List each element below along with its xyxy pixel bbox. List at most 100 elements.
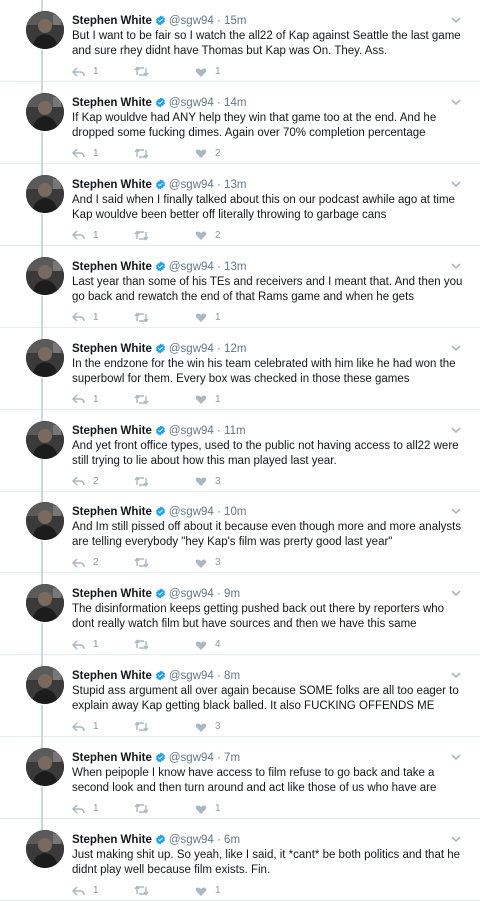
author-handle[interactable]: @sgw94 bbox=[169, 425, 214, 437]
tweet[interactable]: Stephen White @sgw94 · 15m But I want to … bbox=[0, 0, 480, 82]
author-name[interactable]: Stephen White bbox=[72, 834, 152, 846]
retweet-button[interactable] bbox=[134, 475, 157, 487]
like-button[interactable]: 1 bbox=[195, 66, 221, 78]
timestamp[interactable]: 14m bbox=[224, 97, 246, 109]
retweet-button[interactable] bbox=[134, 148, 157, 159]
retweet-button[interactable] bbox=[134, 639, 157, 650]
reply-button[interactable]: 1 bbox=[72, 721, 99, 733]
like-button[interactable]: 1 bbox=[195, 885, 221, 897]
like-button[interactable]: 1 bbox=[195, 803, 221, 815]
like-button[interactable]: 3 bbox=[195, 476, 221, 488]
author-name[interactable]: Stephen White bbox=[72, 506, 152, 518]
caret-down-icon[interactable] bbox=[450, 95, 462, 107]
avatar[interactable] bbox=[26, 174, 64, 213]
reply-button[interactable]: 1 bbox=[72, 885, 99, 897]
like-button[interactable]: 2 bbox=[195, 230, 221, 242]
like-button[interactable]: 3 bbox=[195, 557, 221, 569]
tweet[interactable]: Stephen White @sgw94 · 7m When peipople I… bbox=[0, 737, 480, 820]
avatar[interactable] bbox=[26, 666, 64, 705]
caret-down-icon[interactable] bbox=[450, 504, 462, 516]
caret-down-icon[interactable] bbox=[450, 177, 462, 189]
author-name[interactable]: Stephen White bbox=[72, 670, 152, 682]
avatar[interactable] bbox=[26, 830, 64, 868]
reply-button[interactable]: 2 bbox=[72, 557, 99, 569]
timestamp[interactable]: 11m bbox=[224, 425, 246, 437]
timestamp[interactable]: 13m bbox=[224, 261, 246, 273]
retweet-button[interactable] bbox=[134, 885, 157, 896]
timestamp[interactable]: 12m bbox=[224, 343, 246, 355]
avatar[interactable] bbox=[26, 92, 64, 131]
like-button[interactable]: 4 bbox=[195, 639, 221, 651]
author-handle[interactable]: @sgw94 bbox=[169, 97, 214, 109]
tweet[interactable]: Stephen White @sgw94 · 9m The disinformat… bbox=[0, 573, 480, 656]
tweet[interactable]: Stephen White @sgw94 · 11m And yet front … bbox=[0, 410, 480, 492]
caret-down-icon[interactable] bbox=[450, 341, 462, 353]
author-handle[interactable]: @sgw94 bbox=[169, 588, 214, 600]
tweet[interactable]: Stephen White @sgw94 · 6m Just making shi… bbox=[0, 819, 480, 901]
retweet-button[interactable] bbox=[134, 66, 157, 77]
author-handle[interactable]: @sgw94 bbox=[169, 15, 214, 27]
reply-button[interactable]: 1 bbox=[72, 639, 99, 651]
tweet[interactable]: Stephen White @sgw94 · 12m In the endzone… bbox=[0, 328, 480, 410]
avatar[interactable] bbox=[26, 338, 64, 377]
reply-button[interactable]: 1 bbox=[72, 803, 99, 815]
retweet-button[interactable] bbox=[134, 230, 157, 241]
reply-button[interactable]: 1 bbox=[72, 312, 99, 324]
caret-down-icon[interactable] bbox=[450, 423, 462, 435]
avatar[interactable] bbox=[26, 748, 64, 787]
author-handle[interactable]: @sgw94 bbox=[169, 261, 214, 273]
thread-connector-line bbox=[41, 295, 43, 339]
caret-down-icon[interactable] bbox=[450, 586, 462, 598]
tweet[interactable]: Stephen White @sgw94 · 14m If Kap wouldve… bbox=[0, 82, 480, 164]
timestamp[interactable]: 10m bbox=[224, 506, 246, 518]
caret-down-icon[interactable] bbox=[450, 750, 462, 762]
tweet[interactable]: Stephen White @sgw94 · 13m And I said whe… bbox=[0, 164, 480, 246]
reply-button[interactable]: 2 bbox=[72, 476, 99, 488]
timestamp[interactable]: 15m bbox=[224, 15, 246, 27]
author-handle[interactable]: @sgw94 bbox=[169, 752, 214, 764]
like-button[interactable]: 1 bbox=[195, 312, 221, 324]
timestamp[interactable]: 13m bbox=[224, 179, 246, 191]
caret-down-icon[interactable] bbox=[450, 13, 462, 25]
timestamp[interactable]: 8m bbox=[224, 670, 240, 682]
author-name[interactable]: Stephen White bbox=[72, 97, 152, 109]
avatar[interactable] bbox=[26, 11, 64, 49]
reply-button[interactable]: 1 bbox=[72, 394, 99, 406]
avatar[interactable] bbox=[26, 502, 64, 541]
author-handle[interactable]: @sgw94 bbox=[169, 179, 214, 191]
retweet-button[interactable] bbox=[134, 803, 157, 814]
author-name[interactable]: Stephen White bbox=[72, 752, 152, 764]
author-name[interactable]: Stephen White bbox=[72, 261, 152, 273]
author-handle[interactable]: @sgw94 bbox=[169, 670, 214, 682]
author-handle[interactable]: @sgw94 bbox=[169, 834, 214, 846]
reply-button[interactable]: 1 bbox=[72, 230, 99, 242]
retweet-button[interactable] bbox=[134, 557, 157, 569]
tweet[interactable]: Stephen White @sgw94 · 10m And Im still p… bbox=[0, 491, 480, 574]
retweet-button[interactable] bbox=[134, 721, 157, 732]
author-handle[interactable]: @sgw94 bbox=[169, 343, 214, 355]
like-button[interactable]: 2 bbox=[195, 148, 221, 160]
caret-down-icon[interactable] bbox=[450, 259, 462, 271]
caret-down-icon[interactable] bbox=[450, 832, 462, 844]
author-name[interactable]: Stephen White bbox=[72, 179, 152, 191]
reply-button[interactable]: 1 bbox=[72, 66, 99, 78]
avatar[interactable] bbox=[26, 584, 64, 623]
caret-down-icon[interactable] bbox=[450, 668, 462, 680]
author-name[interactable]: Stephen White bbox=[72, 425, 152, 437]
author-handle[interactable]: @sgw94 bbox=[169, 506, 214, 518]
timestamp[interactable]: 6m bbox=[224, 834, 240, 846]
like-button[interactable]: 1 bbox=[195, 394, 221, 406]
avatar[interactable] bbox=[26, 256, 64, 295]
retweet-button[interactable] bbox=[134, 393, 157, 405]
timestamp[interactable]: 7m bbox=[224, 752, 240, 764]
author-name[interactable]: Stephen White bbox=[72, 588, 152, 600]
timestamp[interactable]: 9m bbox=[224, 588, 240, 600]
tweet[interactable]: Stephen White @sgw94 · 13m Last year than… bbox=[0, 246, 480, 328]
reply-button[interactable]: 1 bbox=[72, 148, 99, 160]
retweet-button[interactable] bbox=[134, 312, 157, 323]
tweet[interactable]: Stephen White @sgw94 · 8m Stupid ass argu… bbox=[0, 655, 480, 738]
avatar[interactable] bbox=[26, 420, 64, 459]
author-name[interactable]: Stephen White bbox=[72, 15, 152, 27]
like-button[interactable]: 3 bbox=[195, 721, 221, 733]
author-name[interactable]: Stephen White bbox=[72, 343, 152, 355]
